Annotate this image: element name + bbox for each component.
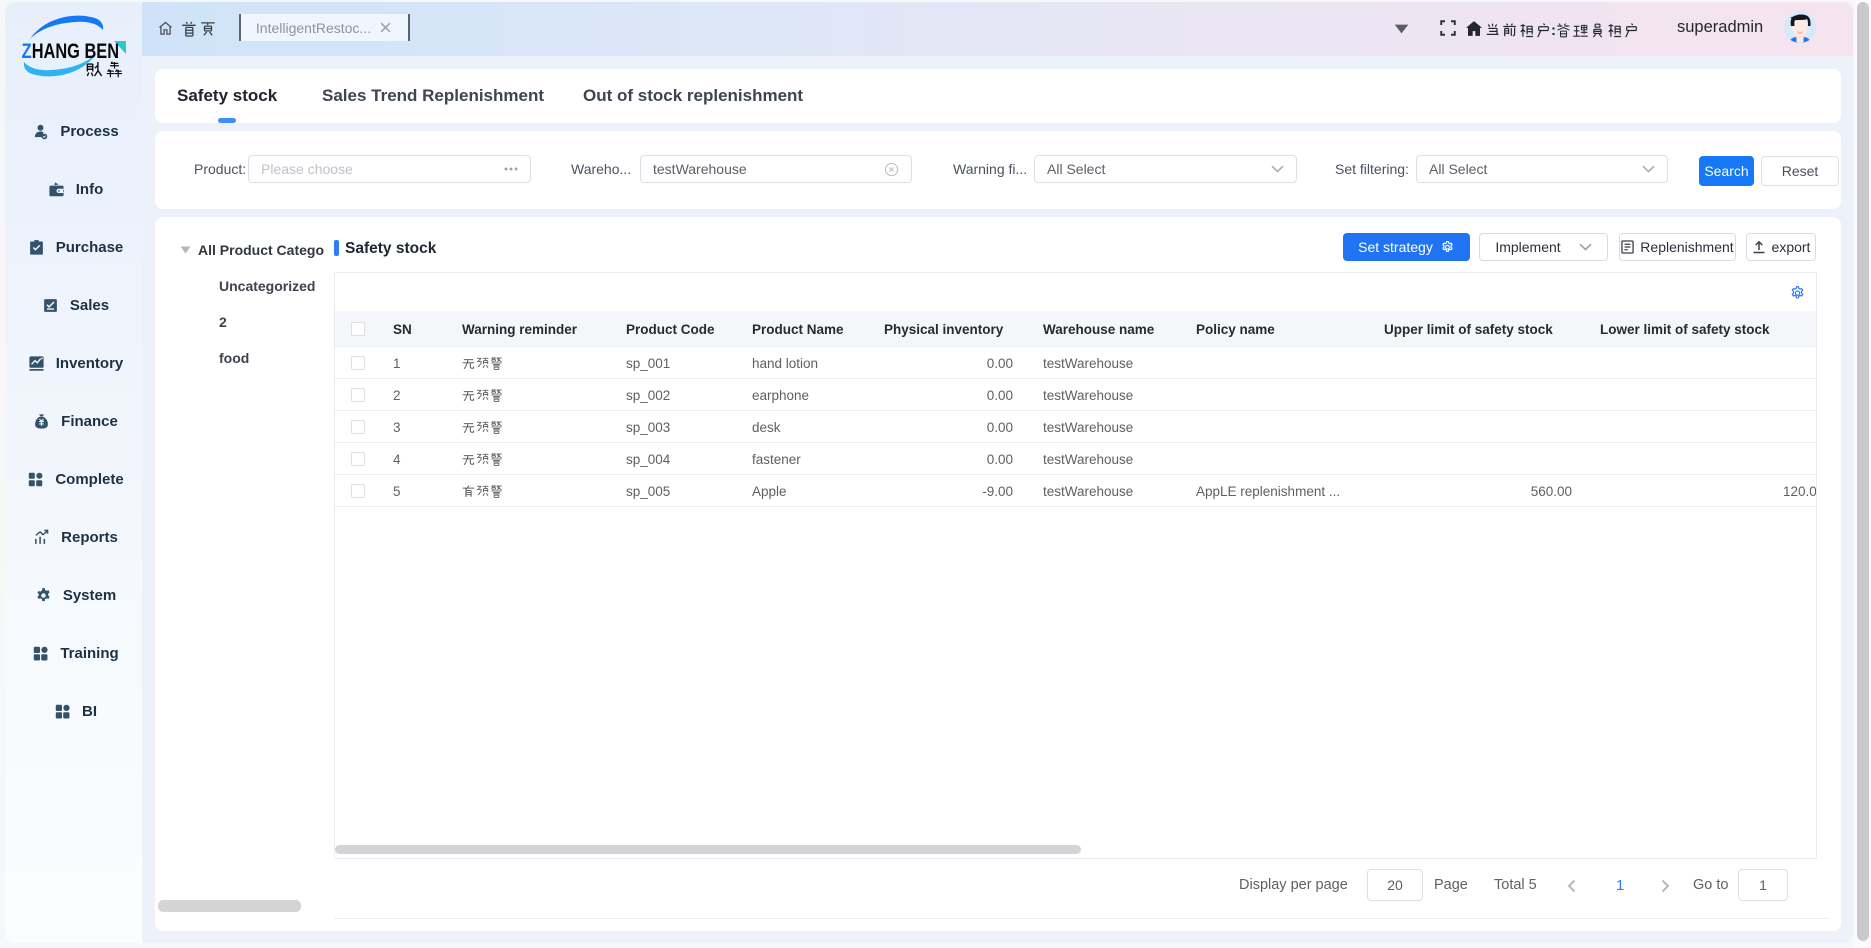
svg-text:ZHANG BEN: ZHANG BEN — [22, 39, 119, 62]
